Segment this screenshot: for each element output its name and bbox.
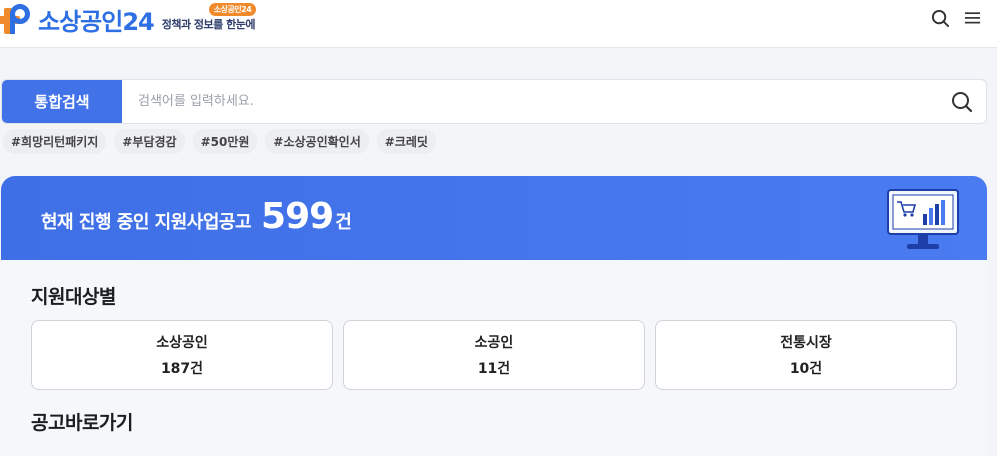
kiosk-illustration-icon — [887, 189, 959, 249]
logo-text: 소상공인24 — [38, 7, 155, 36]
target-section-title: 지원대상별 — [31, 286, 116, 308]
target-card-small-business[interactable]: 소상공인 187건 — [31, 320, 333, 390]
target-count: 187건 — [160, 361, 204, 377]
target-name: 소상공인 — [156, 335, 208, 351]
menu-icon[interactable] — [961, 7, 983, 29]
logo-subtitle: 소상공인24 정책과 정보를 한눈에 — [161, 3, 257, 32]
site-header: 소상공인24 소상공인24 정책과 정보를 한눈에 — [0, 0, 997, 48]
tag-item[interactable]: #희망리턴패키지 — [3, 129, 107, 154]
tag-item[interactable]: #소상공인확인서 — [265, 129, 369, 154]
banner-count: 599 — [261, 196, 334, 237]
site-logo[interactable]: 소상공인24 소상공인24 정책과 정보를 한눈에 — [0, 2, 257, 36]
shortcut-section-title: 공고바로가기 — [31, 412, 133, 434]
header-actions — [929, 7, 983, 29]
banner-unit: 건 — [335, 212, 352, 233]
target-name: 소공인 — [474, 335, 514, 351]
search-input[interactable] — [122, 80, 942, 123]
popular-tags: #희망리턴패키지 #부담경감 #50만원 #소상공인확인서 #크레딧 — [3, 129, 436, 154]
tag-item[interactable]: #크레딧 — [376, 129, 436, 154]
search-tab[interactable]: 통합검색 — [2, 80, 122, 123]
logo-badge: 소상공인24 — [208, 3, 257, 16]
tag-item[interactable]: #50만원 — [192, 129, 258, 154]
banner-label: 현재 진행 중인 지원사업공고 — [41, 212, 252, 233]
logo-mark-icon — [0, 2, 34, 36]
tag-item[interactable]: #부담경감 — [114, 129, 185, 154]
target-count: 11건 — [477, 361, 511, 377]
search-submit-icon[interactable] — [950, 90, 974, 114]
ongoing-programs-banner[interactable]: 현재 진행 중인 지원사업공고 599 건 — [1, 176, 987, 260]
target-name: 전통시장 — [780, 335, 832, 351]
search-icon[interactable] — [929, 7, 951, 29]
banner-text: 현재 진행 중인 지원사업공고 599 건 — [41, 196, 352, 237]
target-count: 10건 — [789, 361, 823, 377]
logo-subtitle-text: 정책과 정보를 한눈에 — [161, 18, 256, 31]
target-card-micro-manufacturer[interactable]: 소공인 11건 — [343, 320, 645, 390]
support-program-card: 현재 진행 중인 지원사업공고 599 건 지원대상별 소상공인 187건 소공… — [1, 176, 987, 456]
target-card-traditional-market[interactable]: 전통시장 10건 — [655, 320, 957, 390]
integrated-search: 통합검색 — [1, 79, 987, 124]
target-list: 소상공인 187건 소공인 11건 전통시장 10건 — [31, 320, 957, 390]
